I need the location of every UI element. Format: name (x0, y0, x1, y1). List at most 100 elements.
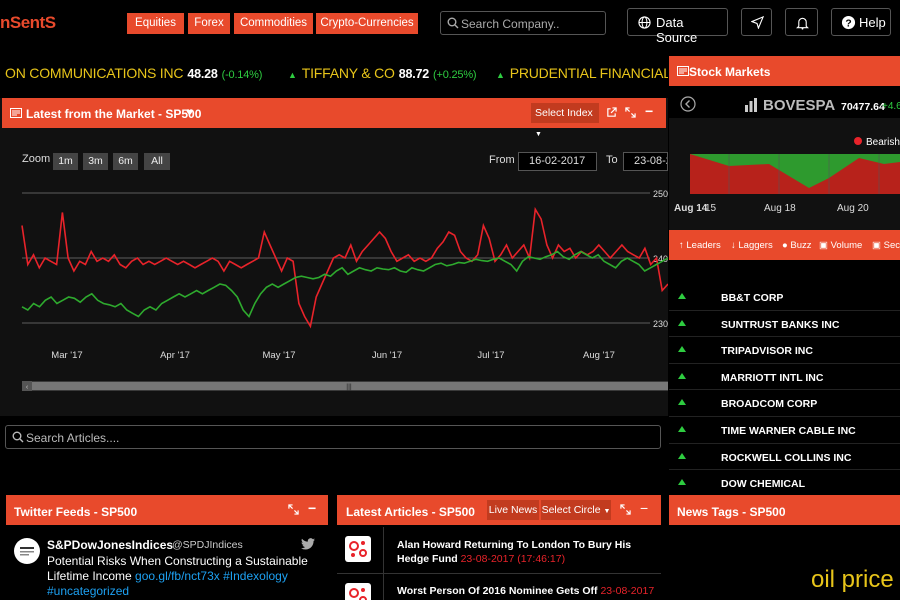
ticker-name: PRUDENTIAL FINANCIAL (509, 65, 668, 81)
question-circle-icon: ? (841, 15, 856, 29)
select-index-dropdown[interactable]: Select Index ▼ (531, 103, 599, 138)
zoom-3m[interactable]: 3m (83, 153, 108, 170)
tweet-handle[interactable]: @SPDJIndices (172, 539, 243, 551)
table-row[interactable]: ROCKWELL COLLINS INC (669, 444, 900, 471)
market-panel-header: Latest from the Market - SP500 ♥ Select … (2, 98, 666, 138)
market-panel-title: Latest from the Market - SP500 (26, 107, 202, 121)
select-circle-dropdown[interactable]: Select Circle ▼ (541, 500, 611, 520)
to-date-input[interactable]: 23-08-2017 (623, 152, 668, 171)
ticker-price: 48.28 (187, 67, 218, 81)
ticker-item[interactable]: ON COMMUNICATIONS INC 48.28 (-0.14%) (5, 65, 262, 81)
tweet-hashtag[interactable]: #uncategorized (47, 584, 129, 598)
index-change: +4.6 (882, 101, 900, 112)
up-arrow-icon: ▲ (288, 70, 297, 80)
globe-icon (638, 16, 651, 29)
y-tick-label: 230 (653, 319, 668, 329)
bearish-legend-marker (854, 137, 862, 145)
avatar[interactable] (14, 538, 40, 564)
caret-down-icon: ▼ (535, 131, 542, 138)
up-triangle-icon (678, 479, 686, 486)
table-row[interactable]: BB&T CORP (669, 284, 900, 311)
x-tick-label: Jun '17 (372, 350, 402, 361)
table-row[interactable]: MARRIOTT INTL INC (669, 364, 900, 391)
tab-leaders[interactable]: ↑ Leaders (679, 240, 721, 251)
minimize-icon[interactable]: − (640, 500, 648, 516)
tab-laggers[interactable]: ↓ Laggers (731, 240, 773, 251)
series-line-red[interactable] (21, 206, 668, 329)
article-search[interactable]: Search Articles.... (5, 425, 661, 449)
tab-sectors-label: Sectors (883, 240, 900, 251)
chevron-left-circle-icon[interactable] (680, 96, 696, 112)
y-tick-label: 2500 (653, 189, 668, 199)
up-arrow-icon: ▲ (496, 70, 505, 80)
send-button[interactable] (741, 8, 772, 36)
table-row[interactable]: TIME WARNER CABLE INC (669, 417, 900, 444)
table-row[interactable]: TRIPADVISOR INC (669, 337, 900, 364)
tweet-author[interactable]: S&PDowJonesIndices (47, 538, 173, 552)
tab-buzz[interactable]: ● Buzz (782, 240, 812, 251)
sectors-icon: ▣ (872, 240, 881, 251)
up-triangle-icon (678, 346, 686, 353)
nav-crypto-currencies[interactable]: Crypto-Currencies (316, 13, 418, 34)
tweet-hashtag[interactable]: #Indexology (223, 569, 288, 583)
expand-icon[interactable] (620, 504, 631, 515)
x-tick-label: 15 (705, 203, 717, 214)
newspaper-icon (677, 66, 689, 76)
x-tick-label: May '17 (263, 350, 296, 361)
tweet-link[interactable]: goo.gl/fb/nct73x (135, 569, 220, 583)
volume-icon: ▣ (819, 240, 828, 251)
up-triangle-icon (678, 452, 686, 459)
nav-forex[interactable]: Forex (188, 13, 230, 34)
news-tags-header: News Tags - SP500 (669, 495, 900, 525)
arrow-up-icon: ↑ (679, 240, 684, 251)
twitter-icon[interactable] (301, 538, 315, 550)
bell-icon (796, 17, 809, 30)
heart-icon[interactable]: ♥ (186, 105, 193, 119)
article-date: 23-08-2017 (600, 585, 655, 597)
up-triangle-icon (678, 293, 686, 299)
tab-sectors[interactable]: ▣ Sectors (872, 240, 900, 251)
tab-volume[interactable]: ▣ Volume (819, 240, 862, 251)
newspaper-icon (10, 108, 22, 118)
svg-text:?: ? (845, 18, 851, 29)
from-date-input[interactable]: 16-02-2017 (518, 152, 597, 171)
help-button[interactable]: ? Help (831, 8, 891, 36)
logo[interactable]: nSentS (0, 13, 56, 33)
nav-commodities[interactable]: Commodities (234, 13, 313, 34)
ticker-change: (-0.14%) (221, 69, 263, 81)
ticker-item[interactable]: ▲ TIFFANY & CO 88.72 (+0.25%) (288, 65, 477, 81)
sp500-line-chart[interactable]: Mar '17 Apr '17 May '17 Jun '17 Jul '17 Aug '… (0, 176, 668, 394)
article-headline-text: Worst Person Of 2016 Nominee Gets Off (397, 585, 598, 597)
article-headline: Alan Howard Returning To London To Bury … (397, 538, 652, 566)
minimize-icon[interactable]: − (308, 500, 316, 516)
x-tick-label: Apr '17 (160, 350, 190, 361)
nav-equities[interactable]: Equities (127, 13, 184, 34)
leader-name: TIME WARNER CABLE INC (721, 425, 856, 437)
list-item[interactable]: Worst Person Of 2016 Nominee Gets Off 23… (337, 575, 661, 600)
x-tick-label: Aug 14 (674, 203, 708, 214)
top-nav: nSentS Equities Forex Commodities Crypto… (0, 0, 900, 48)
ticker-item[interactable]: ▲ PRUDENTIAL FINANCIAL (496, 65, 668, 81)
bovespa-chart[interactable]: Bearish Aug 14 15 Aug 18 Aug 20 (669, 118, 900, 230)
latest-articles-title: Latest Articles - SP500 (346, 505, 475, 519)
stock-ticker: ON COMMUNICATIONS INC 48.28 (-0.14%) ▲ TIFF… (0, 56, 668, 92)
expand-icon[interactable] (625, 107, 636, 118)
zoom-all[interactable]: All (144, 153, 170, 170)
live-news-button[interactable]: Live News (487, 500, 539, 520)
data-source-button[interactable]: Data Source (627, 8, 728, 45)
minimize-icon[interactable]: − (645, 103, 653, 119)
list-item[interactable]: Alan Howard Returning To London To Bury … (337, 526, 661, 575)
news-tag[interactable]: oil price (811, 566, 894, 594)
table-row[interactable]: BROADCOM CORP (669, 390, 900, 417)
notifications-button[interactable] (785, 8, 818, 36)
expand-icon[interactable] (288, 504, 299, 515)
table-row[interactable]: DOW CHEMICAL (669, 470, 900, 490)
zoom-1m[interactable]: 1m (53, 153, 78, 170)
company-search[interactable]: Search Company.. (440, 11, 606, 35)
leaders-list: BB&T CORP SUNTRUST BANKS INC TRIPADVISOR I… (669, 284, 900, 490)
external-link-icon[interactable] (606, 107, 617, 118)
stock-markets-title: Stock Markets (689, 65, 771, 79)
twitter-title: Twitter Feeds - SP500 (14, 505, 138, 519)
zoom-6m[interactable]: 6m (113, 153, 138, 170)
table-row[interactable]: SUNTRUST BANKS INC (669, 311, 900, 338)
